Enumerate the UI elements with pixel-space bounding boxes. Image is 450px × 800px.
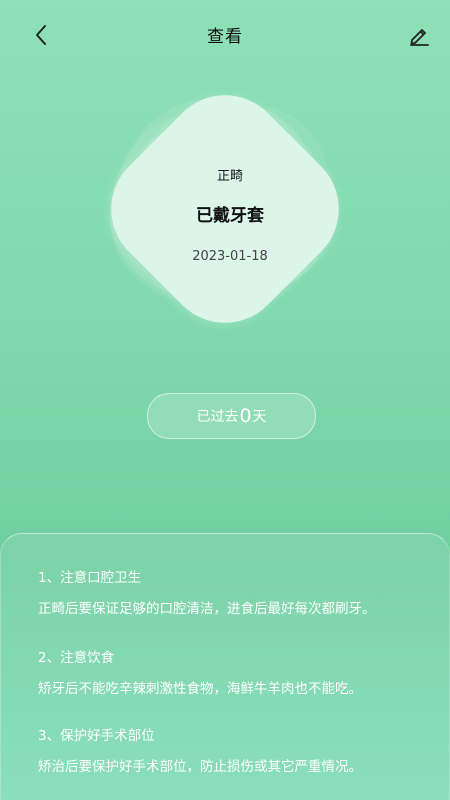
- treatment-status: 已戴牙套: [196, 206, 264, 226]
- tip-body: 正畸后要保证足够的口腔清洁，进食后最好每次都刷牙。: [38, 601, 376, 617]
- tip-body: 矫治后要保护好手术部位，防止损伤或其它严重情况。: [38, 759, 362, 775]
- tip-item: 2、注意饮食 矫牙后不能吃辛辣刺激性食物，海鲜牛羊肉也不能吃。: [38, 646, 429, 697]
- elapsed-prefix: 已过去: [196, 409, 239, 425]
- elapsed-days-badge: 已过去 0 天: [147, 393, 316, 439]
- tip-title: 2、注意饮食: [38, 650, 115, 666]
- top-bar: 查看: [0, 0, 450, 68]
- tip-title: 1、注意口腔卫生: [38, 570, 142, 586]
- tip-title: 3、保护好手术部位: [38, 728, 155, 744]
- elapsed-count: 0: [239, 405, 252, 427]
- edit-button[interactable]: [404, 20, 434, 50]
- tips-panel: 1、注意口腔卫生 正畸后要保证足够的口腔清洁，进食后最好每次都刷牙。 2、注意饮…: [0, 533, 450, 800]
- pencil-icon: [410, 29, 429, 46]
- treatment-date: 2023-01-18: [192, 249, 268, 264]
- tip-body: 矫牙后不能吃辛辣刺激性食物，海鲜牛羊肉也不能吃。: [38, 681, 362, 697]
- status-card-content: 正畸 已戴牙套 2023-01-18: [95, 95, 365, 325]
- tip-item: 1、注意口腔卫生 正畸后要保证足够的口腔清洁，进食后最好每次都刷牙。: [38, 566, 429, 617]
- page-title: 查看: [207, 27, 243, 47]
- treatment-type-label: 正畸: [216, 169, 243, 184]
- status-hero: 正畸 已戴牙套 2023-01-18: [79, 69, 366, 348]
- tip-item: 3、保护好手术部位 矫治后要保护好手术部位，防止损伤或其它严重情况。: [38, 724, 429, 775]
- elapsed-suffix: 天: [252, 409, 267, 425]
